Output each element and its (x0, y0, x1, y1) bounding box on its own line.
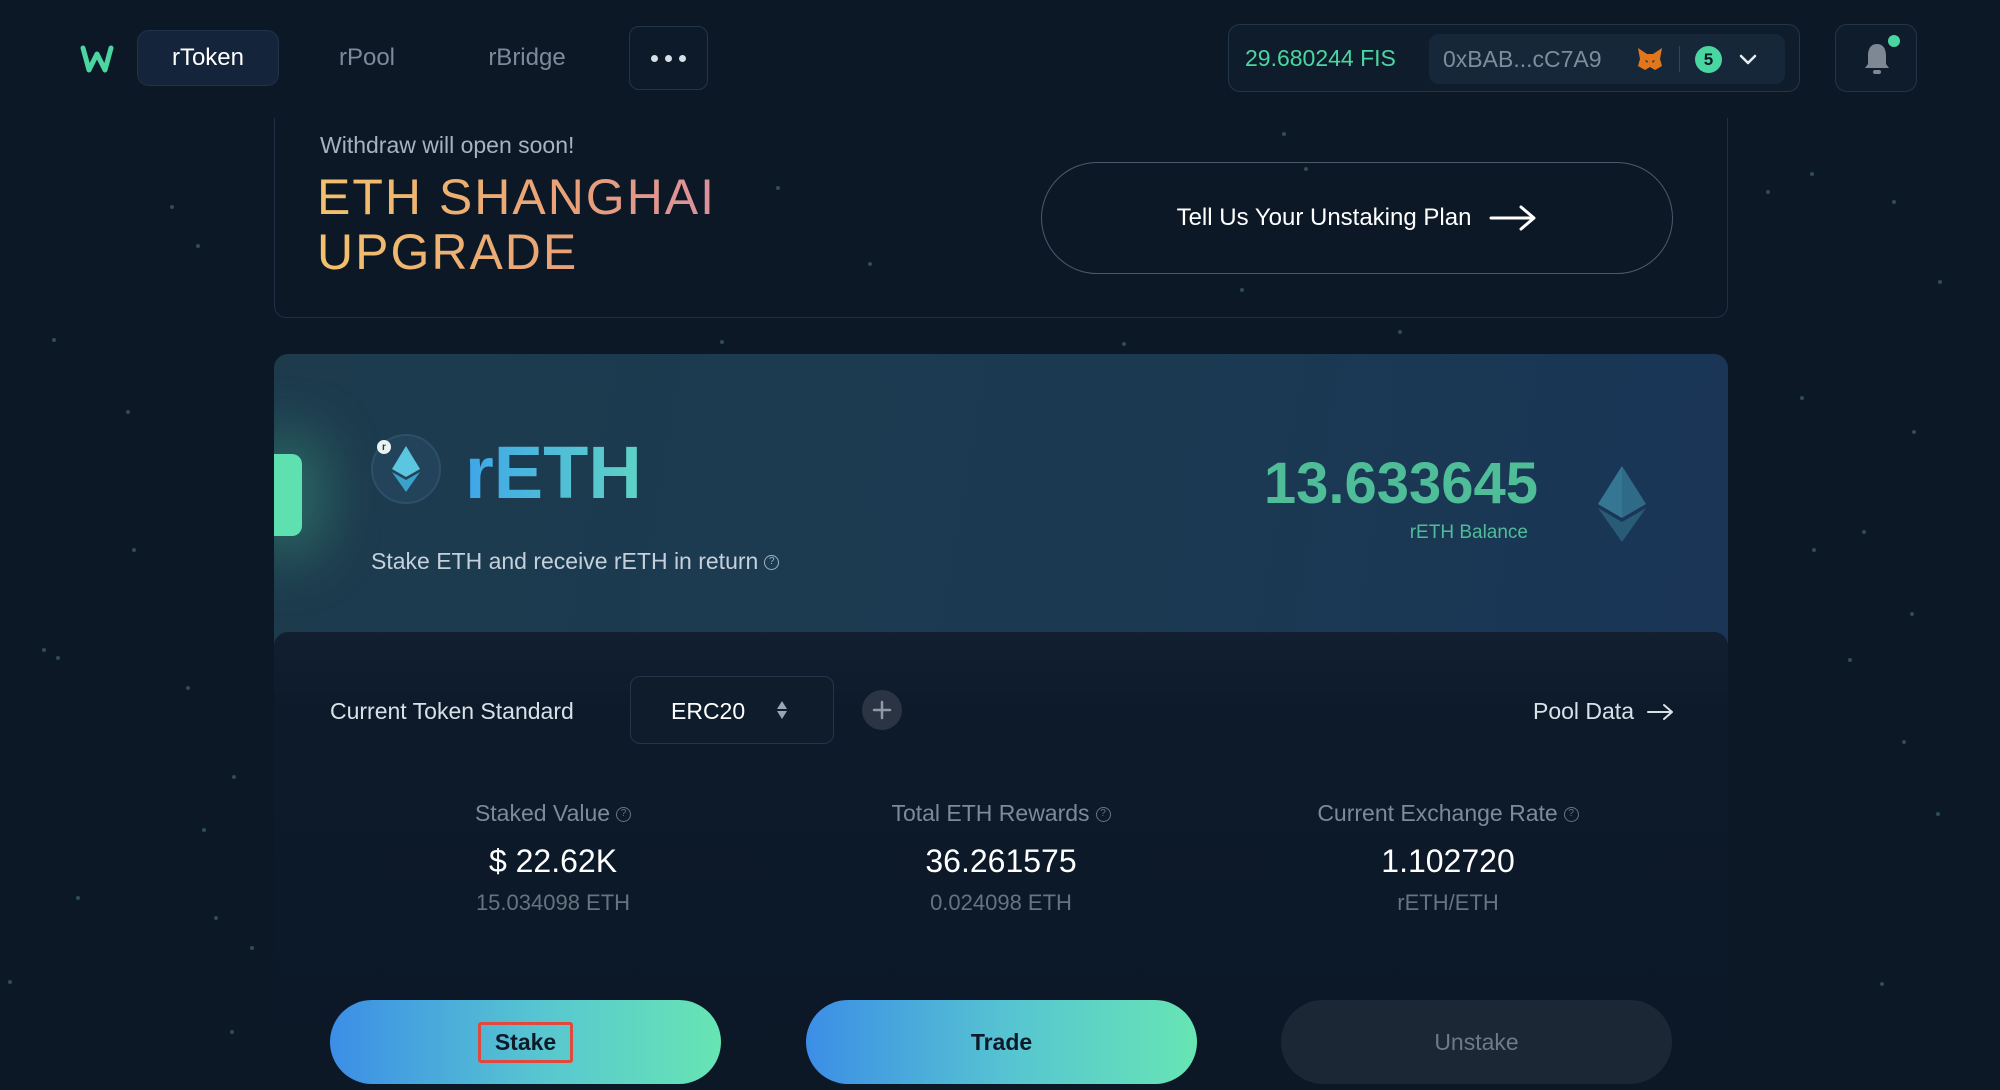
stake-button[interactable]: Stake (330, 1000, 721, 1084)
banner-title: ETH SHANGHAI UPGRADE (317, 170, 877, 280)
trade-button[interactable]: Trade (806, 1000, 1197, 1084)
help-icon[interactable]: ? (616, 807, 632, 823)
stat-staked-value: Staked Value? $ 22.62K 15.034098 ETH (474, 800, 632, 915)
trade-button-label: Trade (970, 1028, 1033, 1055)
notification-dot (1888, 35, 1900, 47)
wallet-panel: 29.680244 FIS 0xBAB...cC7A9 5 (1228, 24, 1800, 92)
shanghai-upgrade-banner: Withdraw will open soon! ETH SHANGHAI UP… (274, 118, 1728, 318)
notification-count-badge: 5 (1695, 46, 1722, 73)
eth-icon (392, 446, 420, 492)
eth-icon (1598, 466, 1646, 542)
token-name: rETH (465, 431, 642, 514)
arrow-right-icon (1647, 703, 1673, 720)
reth-token-icon: r (371, 434, 441, 504)
pool-info-panel: Current Token Standard ERC20 Pool Data S… (274, 632, 1728, 1090)
unstaking-plan-label: Tell Us Your Unstaking Plan (1176, 204, 1472, 231)
unstake-button-label: Unstake (1434, 1028, 1519, 1055)
metamask-icon (1638, 48, 1662, 70)
token-standard-select[interactable]: ERC20 (630, 676, 834, 744)
top-navigation: rToken rPool rBridge 29.680244 FIS 0xBAB… (0, 0, 2000, 118)
chevron-down-icon[interactable] (1737, 48, 1759, 70)
more-menu-button[interactable] (629, 26, 708, 90)
tab-rpool[interactable]: rPool (310, 30, 424, 86)
more-icon (651, 54, 658, 62)
unstake-button[interactable]: Unstake (1281, 1000, 1672, 1084)
card-glow-tab (274, 454, 302, 536)
tab-rtoken[interactable]: rToken (137, 30, 279, 86)
help-icon[interactable]: ? (1563, 807, 1579, 823)
reth-balance-value: 13.633645 (1263, 451, 1538, 516)
unstaking-plan-button[interactable]: Tell Us Your Unstaking Plan (1041, 162, 1673, 274)
fis-balance: 29.680244 FIS (1245, 45, 1396, 71)
bell-icon (1865, 44, 1889, 74)
wallet-address: 0xBAB...cC7A9 (1443, 46, 1602, 72)
stat-total-rewards: Total ETH Rewards? 36.261575 0.024098 ET… (801, 800, 1201, 916)
token-description: Stake ETH and receive rETH in return? (371, 548, 780, 575)
reth-balance-label: rETH Balance (1409, 522, 1528, 543)
token-standard-label: Current Token Standard (330, 698, 574, 724)
banner-subtitle: Withdraw will open soon! (320, 132, 575, 158)
plus-icon (872, 700, 892, 720)
notifications-button[interactable] (1835, 24, 1917, 92)
help-icon[interactable]: ? (764, 555, 780, 571)
add-token-button[interactable] (862, 690, 902, 730)
stake-button-label: Stake (477, 1021, 574, 1063)
sort-icon (777, 701, 787, 719)
arrow-right-icon (1489, 205, 1536, 231)
pool-data-link[interactable]: Pool Data (1533, 698, 1674, 725)
stat-exchange-rate: Current Exchange Rate? 1.102720 rETH/ETH (1248, 800, 1648, 916)
account-selector[interactable]: 0xBAB...cC7A9 5 (1429, 34, 1785, 84)
reth-card: r rETH Stake ETH and receive rETH in ret… (274, 354, 1728, 1090)
help-icon[interactable]: ? (1095, 807, 1111, 823)
tab-rbridge[interactable]: rBridge (462, 30, 592, 86)
logo-icon[interactable] (80, 42, 114, 76)
